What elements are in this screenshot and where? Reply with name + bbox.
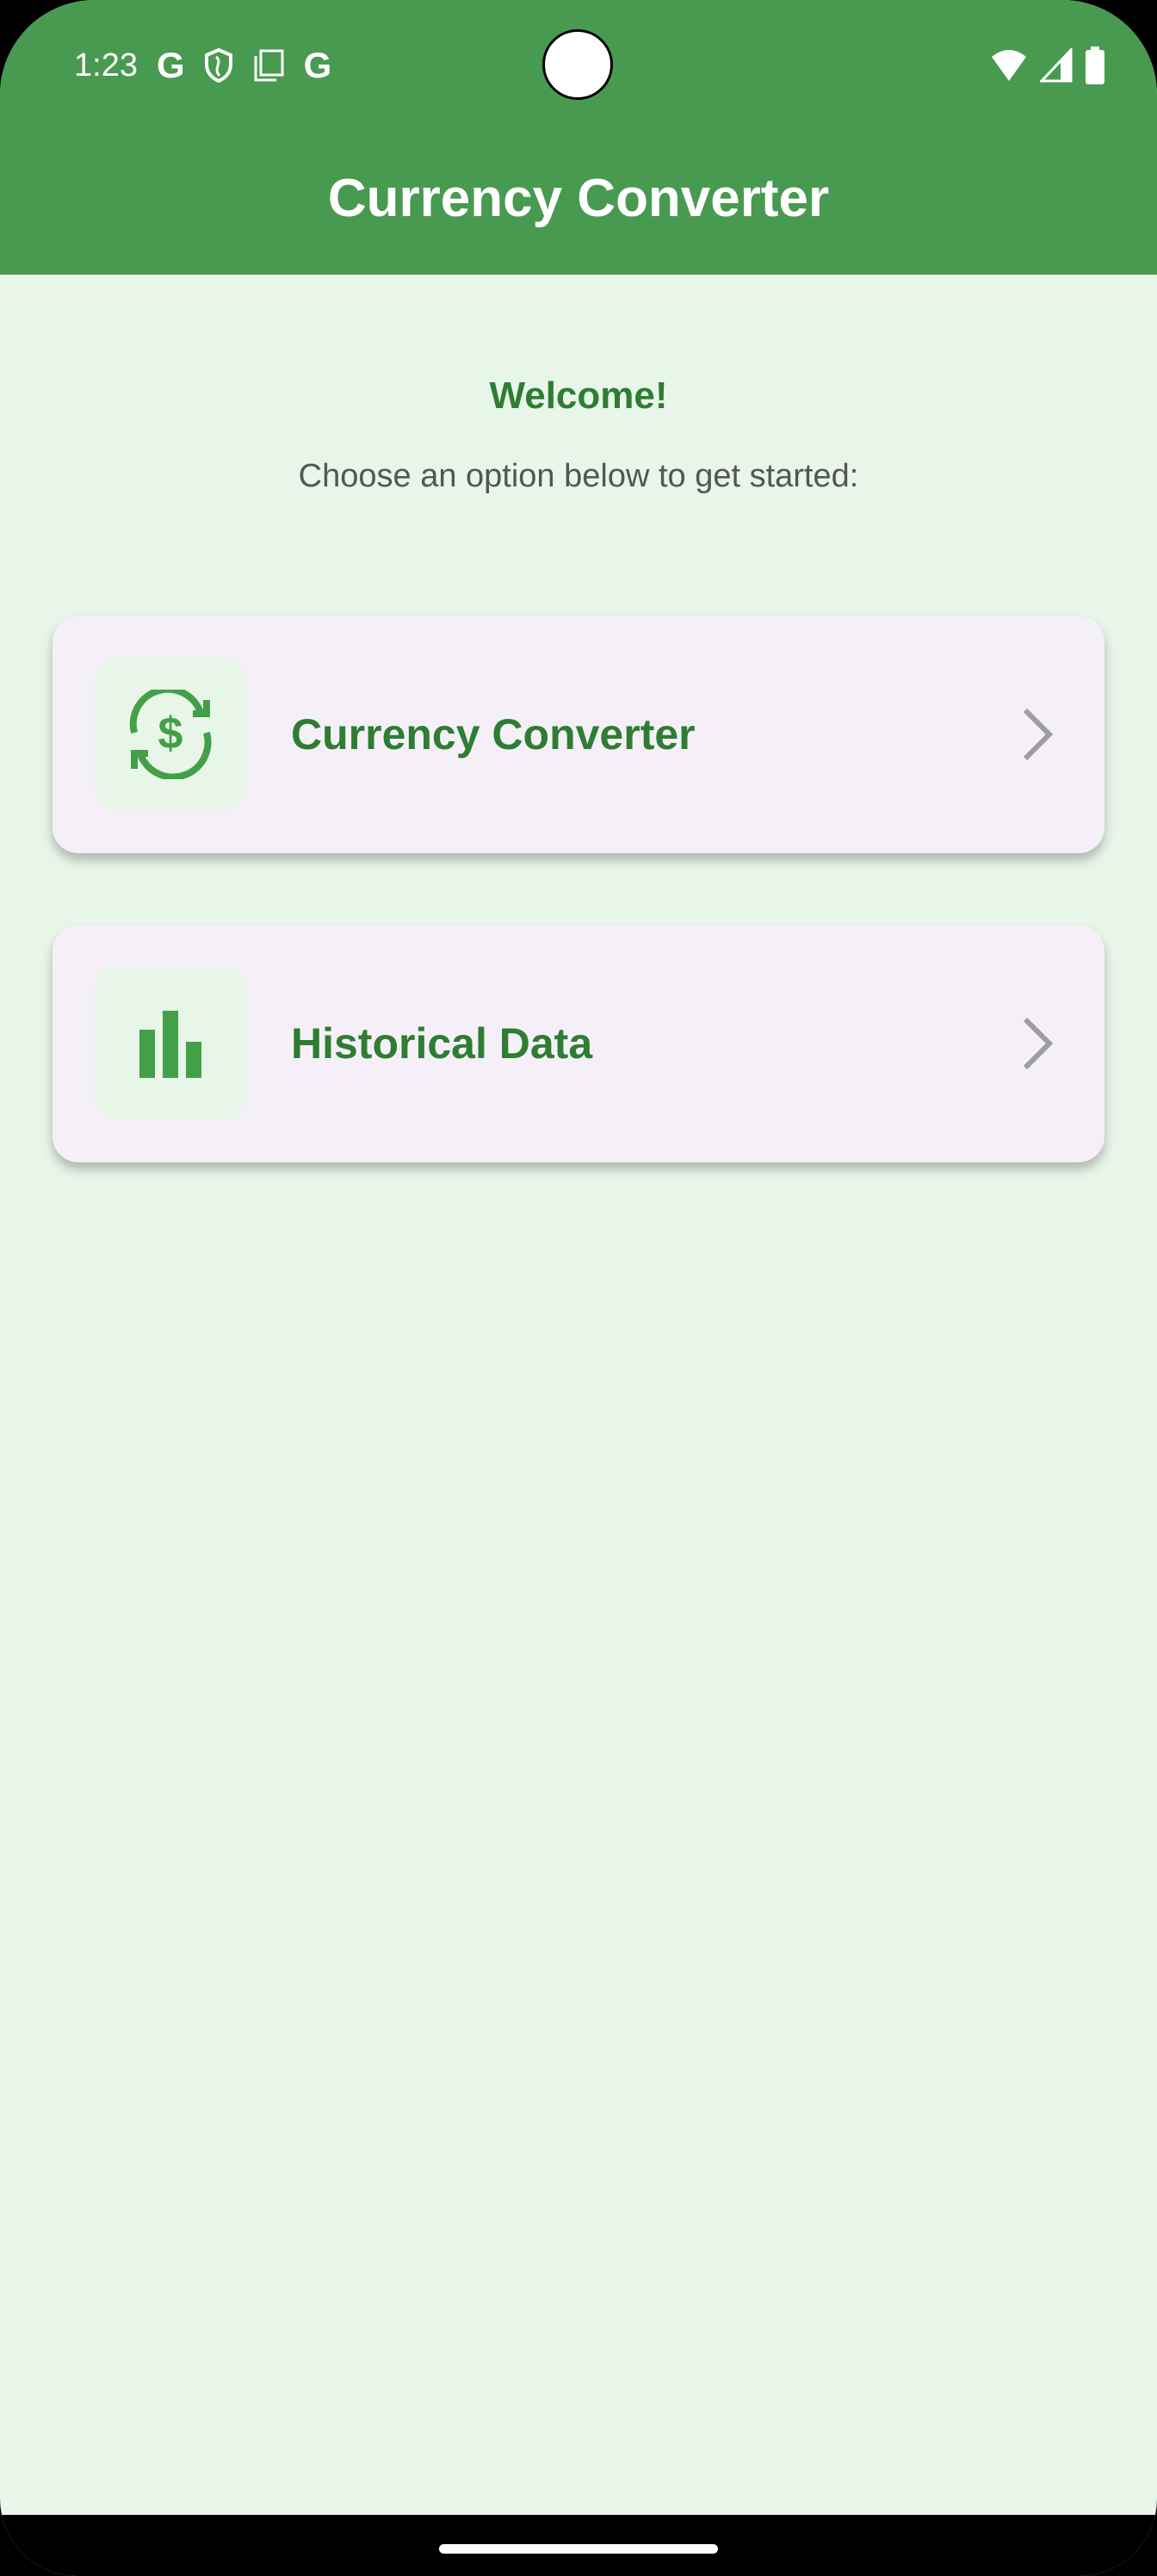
welcome-subtitle: Choose an option below to get started: [298,458,859,494]
welcome-heading: Welcome! [489,375,668,417]
screen: 1:23 G G Currency Converter Welcome! Cho… [0,0,1157,2576]
battery-icon [1086,46,1104,84]
system-navigation-bar [0,2515,1157,2576]
svg-text:$: $ [158,709,183,759]
currency-exchange-icon: $ [129,690,212,779]
icon-container: $ [94,658,247,811]
signal-icon [1040,48,1073,83]
historical-data-card[interactable]: Historical Data [53,926,1104,1162]
option-label: Currency Converter [291,710,696,759]
chevron-right-icon [1023,1017,1054,1070]
chevron-right-icon [1023,708,1054,761]
camera-cutout [542,29,613,100]
home-gesture-handle[interactable] [439,2544,718,2554]
app-title: Currency Converter [327,169,830,228]
currency-converter-card[interactable]: $ Currency Converter [53,616,1104,853]
shield-icon [204,48,232,83]
google-icon: G [303,45,332,85]
bar-chart-icon [139,1011,201,1078]
app-bar: 1:23 G G Currency Converter [0,0,1157,275]
wifi-icon [992,50,1026,81]
google-icon: G [156,45,185,85]
icon-container [94,967,247,1120]
copy-icon [254,49,284,82]
status-time: 1:23 [74,46,138,84]
option-label: Historical Data [291,1019,593,1068]
